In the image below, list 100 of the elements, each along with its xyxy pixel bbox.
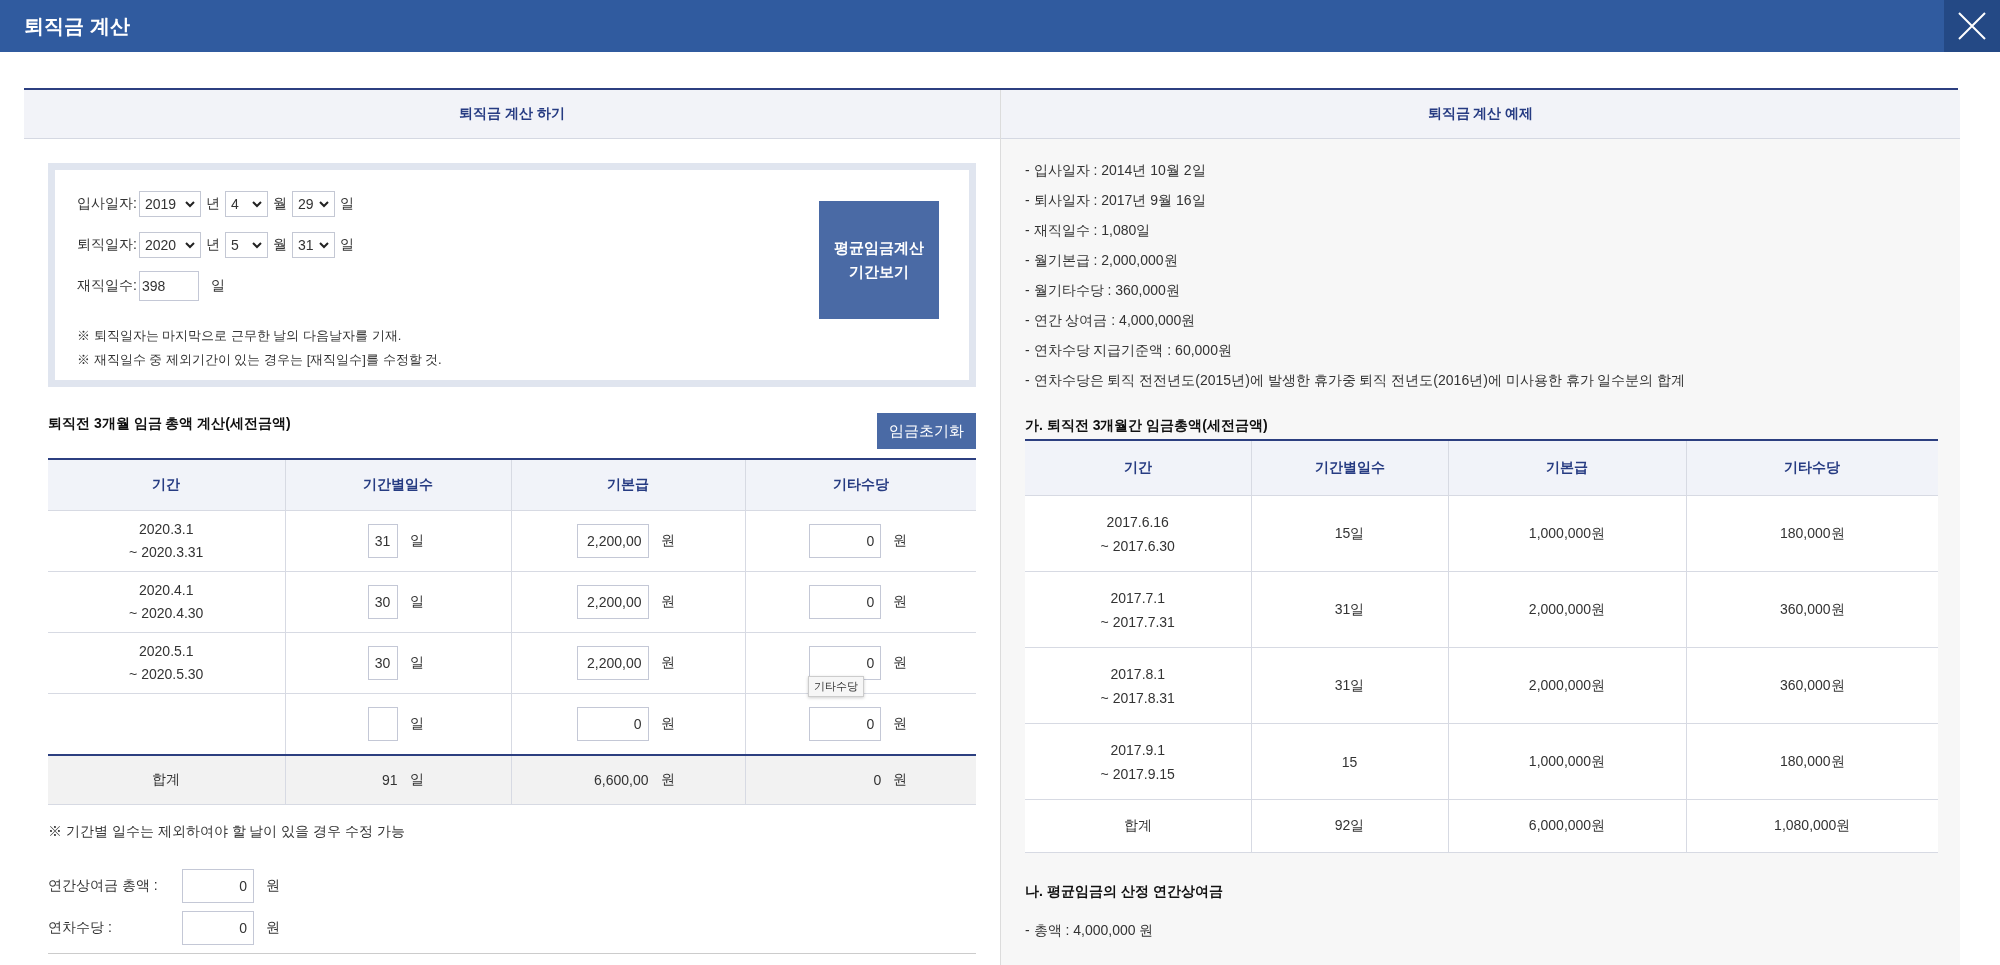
- base-pay-field[interactable]: 2,200,00: [576, 646, 649, 680]
- allowance-field[interactable]: 0: [809, 524, 882, 558]
- table-cell: 180,000원: [1779, 752, 1845, 769]
- day-dropdown[interactable]: 31: [291, 232, 335, 258]
- days-field[interactable]: 398: [138, 271, 199, 301]
- section-title: 퇴직전 3개월 임금 총액 계산(세전금액): [48, 415, 291, 433]
- period-text: ~ 2017.7.31: [1099, 612, 1176, 632]
- month-dropdown[interactable]: 5: [224, 232, 268, 258]
- tooltip: 기타수당: [807, 676, 864, 697]
- period-text: ~ 2020.4.30: [128, 604, 205, 623]
- chevron-down-icon: [184, 200, 195, 208]
- chevron-down-icon: [318, 200, 329, 208]
- period-text: ~ 2017.9.15: [1099, 764, 1176, 784]
- table-cell: 1,000,000원: [1528, 524, 1606, 541]
- table-cell: 1,000,000원: [1528, 752, 1606, 769]
- unit-label: 원: [660, 593, 675, 611]
- close-icon: [1957, 11, 1987, 41]
- table-cell: 2,000,000원: [1528, 600, 1606, 617]
- fact-line: - 입사일자 : 2014년 10월 2일: [1025, 161, 1207, 180]
- table-cell: 15일: [1334, 524, 1365, 541]
- allowance-field[interactable]: 0: [809, 646, 882, 680]
- unit-label: 원: [266, 877, 280, 895]
- field-label: 재직일수:: [77, 277, 137, 295]
- base-pay-field[interactable]: 2,200,00: [576, 524, 649, 558]
- table-cell: 1,080,000원: [1774, 817, 1851, 833]
- table-cell: 360,000원: [1779, 600, 1845, 617]
- field-label: 연간상여금 총액 :: [48, 877, 159, 895]
- amount-field[interactable]: 0: [182, 911, 254, 945]
- allowance-field[interactable]: 0: [809, 707, 882, 741]
- table-cell: 2,000,000원: [1528, 676, 1606, 693]
- total-days: 91: [367, 772, 398, 788]
- total-label: 합계: [152, 771, 181, 787]
- unit-label: 원: [893, 532, 908, 550]
- fact-line: - 총액 : 4,000,000 원: [1025, 921, 1155, 940]
- unit-label: 원: [893, 715, 908, 733]
- period-button[interactable]: 평균임금계산 기간보기: [819, 201, 939, 319]
- period-text: 2017.8.1: [1109, 664, 1166, 684]
- unit-label: 원: [893, 593, 908, 611]
- days-field[interactable]: 31: [367, 524, 398, 558]
- total-base-pay: 6,600,00: [593, 772, 649, 788]
- year-dropdown[interactable]: 2019: [138, 191, 201, 217]
- section-title: 가. 퇴직전 3개월간 임금총액(세전금액): [1025, 417, 1269, 435]
- note-text: ※ 재직일수 중 제외기간이 있는 경우는 [재직일수]를 수정할 것.: [77, 351, 442, 369]
- chevron-down-icon: [318, 241, 329, 249]
- field-label: 연차수당 :: [48, 919, 113, 937]
- day-dropdown[interactable]: 29: [291, 191, 335, 217]
- fact-line: - 퇴사일자 : 2017년 9월 16일: [1025, 191, 1207, 210]
- panel-title: 퇴직금 계산 하기: [459, 105, 565, 123]
- close-button[interactable]: [1944, 0, 2000, 52]
- fact-line: - 연차수당은 퇴직 전전년도(2015년)에 발생한 휴가중 퇴직 전년도(2016년)에 미사용한 휴가 일수분의 합계: [1025, 371, 1687, 390]
- field-label: 입사일자:: [77, 195, 137, 213]
- period-text: ~ 2017.6.30: [1099, 536, 1176, 556]
- unit-label: 원: [660, 771, 675, 789]
- chevron-down-icon: [251, 200, 262, 208]
- unit-label: 일: [409, 771, 424, 789]
- base-pay-field[interactable]: 2,200,00: [576, 585, 649, 619]
- allowance-field[interactable]: 0: [809, 585, 882, 619]
- table-cell: 92일: [1334, 817, 1365, 833]
- unit-label: 일: [339, 236, 354, 254]
- unit-label: 일: [210, 277, 225, 295]
- column-header: 기간별일수: [363, 476, 433, 492]
- table-cell: 합계: [1123, 817, 1152, 833]
- base-pay-field[interactable]: 0: [576, 707, 649, 741]
- unit-label: 원: [893, 654, 908, 672]
- unit-label: 원: [660, 654, 675, 672]
- days-field[interactable]: [367, 707, 398, 741]
- table-cell: 15: [1341, 753, 1358, 770]
- column-header: 기간별일수: [1314, 459, 1385, 475]
- fact-line: - 연차수당 지급기준액 : 60,000원: [1025, 341, 1233, 360]
- table-cell: 180,000원: [1779, 524, 1845, 541]
- period-text: 2020.4.1: [138, 581, 195, 600]
- amount-field[interactable]: 0: [182, 869, 254, 903]
- unit-label: 일: [339, 195, 354, 213]
- panel-title: 퇴직금 계산 예제: [1427, 105, 1534, 123]
- fact-line: - 연간 상여금 : 4,000,000원: [1025, 311, 1197, 330]
- year-dropdown[interactable]: 2020: [138, 232, 201, 258]
- period-text: 2017.9.1: [1109, 740, 1166, 760]
- fact-line: - 재직일수 : 1,080일: [1025, 221, 1152, 240]
- unit-label: 일: [409, 715, 424, 733]
- fact-line: - 월기본급 : 2,000,000원: [1025, 251, 1179, 270]
- total-allowance: 0: [872, 772, 882, 788]
- unit-label: 일: [409, 593, 424, 611]
- unit-label: 일: [409, 654, 424, 672]
- section-title: 나. 평균임금의 산정 연간상여금: [1025, 883, 1224, 901]
- month-dropdown[interactable]: 4: [224, 191, 268, 217]
- field-label: 퇴직일자:: [77, 236, 137, 254]
- table-cell: 31일: [1334, 600, 1365, 617]
- period-text: ~ 2020.3.31: [128, 543, 205, 562]
- column-header: 기타수당: [1784, 459, 1841, 475]
- note-text: ※ 기간별 일수는 제외하여야 할 날이 있을 경우 수정 가능: [48, 823, 406, 841]
- column-header: 기간: [1123, 459, 1152, 475]
- column-header: 기본급: [607, 476, 649, 492]
- unit-label: 일: [409, 532, 424, 550]
- reset-button[interactable]: 임금초기화: [877, 413, 976, 449]
- days-field[interactable]: 30: [367, 646, 398, 680]
- chevron-down-icon: [184, 241, 195, 249]
- unit-label: 원: [266, 919, 280, 937]
- days-field[interactable]: 30: [367, 585, 398, 619]
- note-text: ※ 퇴직일자는 마지막으로 근무한 날의 다음날자를 기재.: [77, 327, 403, 345]
- table-cell: 360,000원: [1779, 676, 1845, 693]
